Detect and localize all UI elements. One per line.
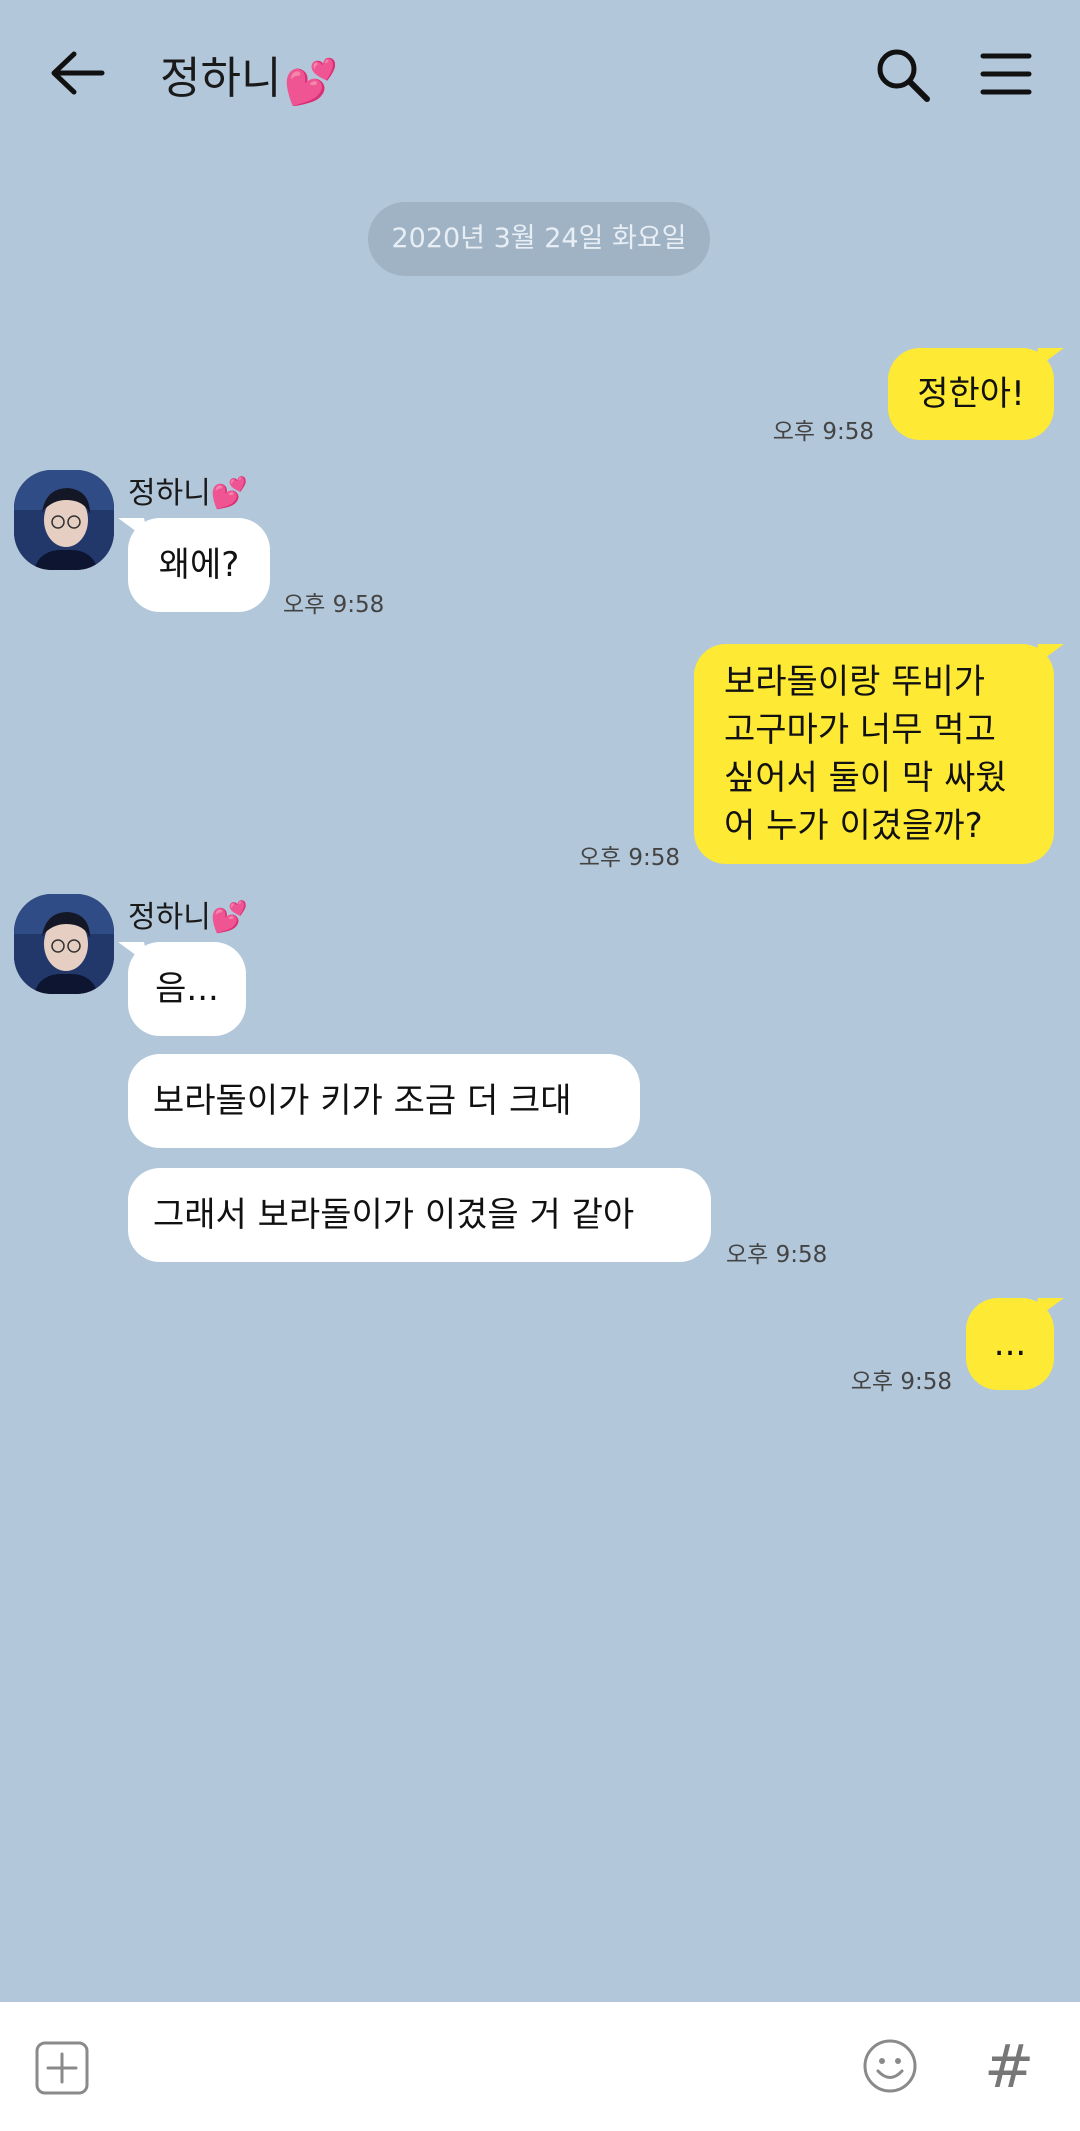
heart-emoji: 💕	[210, 476, 249, 511]
message-line: 어 누가 이겼을까?	[724, 806, 983, 846]
menu-button[interactable]	[980, 50, 1032, 98]
emoji-icon	[863, 2039, 917, 2093]
avatar[interactable]	[14, 894, 114, 994]
attach-button[interactable]	[34, 2040, 90, 2096]
message-text: 정한아!	[917, 374, 1025, 414]
heart-emoji: 💕	[210, 900, 249, 935]
chat-title: 정하니💕	[160, 42, 339, 108]
chat-title-text: 정하니	[160, 53, 282, 104]
message-time: 오후 9:58	[850, 1369, 952, 1395]
message-text: 왜에?	[158, 545, 240, 585]
message-bubble-theirs[interactable]: 그래서 보라돌이가 이겼을 거 같아	[128, 1168, 711, 1262]
message-text: 음...	[155, 969, 219, 1009]
plus-icon	[35, 2041, 89, 2095]
message-bubble-theirs[interactable]: 보라돌이가 키가 조금 더 크대	[128, 1054, 640, 1148]
message-line: 보라돌이랑 뚜비가	[724, 662, 986, 702]
hash-icon[interactable]: #	[984, 2032, 1034, 2102]
message-bubble-mine[interactable]: 정한아!	[888, 348, 1054, 440]
avatar[interactable]	[14, 470, 114, 570]
message-composer: #	[0, 2002, 1080, 2131]
message-time: 오후 9:58	[772, 419, 874, 445]
message-text: 그래서 보라돌이가 이겼을 거 같아	[153, 1195, 635, 1235]
profile-photo	[14, 894, 114, 994]
back-button[interactable]	[48, 48, 106, 98]
search-icon	[877, 49, 930, 102]
chat-header: 정하니💕	[0, 0, 1080, 150]
message-text: 보라돌이가 키가 조금 더 크대	[153, 1081, 572, 1121]
menu-icon	[980, 53, 1032, 95]
message-time: 오후 9:58	[578, 845, 680, 871]
date-divider: 2020년 3월 24일 화요일	[368, 202, 710, 276]
message-time: 오후 9:58	[726, 1242, 828, 1268]
search-button[interactable]	[874, 46, 932, 104]
message-time: 오후 9:58	[283, 592, 385, 618]
sender-name: 정하니💕	[128, 900, 249, 935]
message-line: 싶어서 둘이 막 싸웠	[724, 758, 1007, 798]
message-bubble-mine[interactable]: 보라돌이랑 뚜비가 고구마가 너무 먹고 싶어서 둘이 막 싸웠 어 누가 이겼…	[694, 644, 1054, 864]
profile-photo	[14, 470, 114, 570]
emoji-button[interactable]	[862, 2038, 918, 2094]
back-arrow-icon	[51, 51, 105, 95]
heart-emoji: 💕	[283, 57, 339, 108]
message-bubble-theirs[interactable]: 음...	[128, 942, 246, 1036]
message-bubble-mine[interactable]: ...	[966, 1298, 1054, 1390]
message-line: 고구마가 너무 먹고	[724, 710, 996, 750]
message-text: ...	[993, 1324, 1027, 1364]
sender-name: 정하니💕	[128, 476, 249, 511]
message-bubble-theirs[interactable]: 왜에?	[128, 518, 270, 612]
